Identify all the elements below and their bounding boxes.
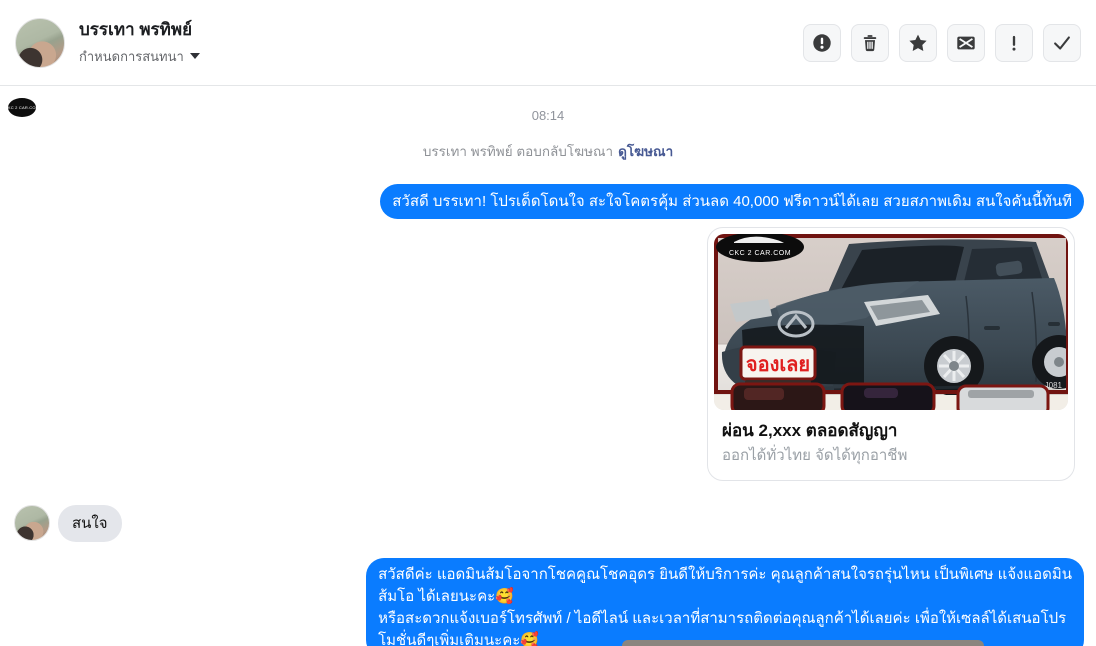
schedule-conversation-label: กำหนดการสนทนา: [79, 48, 184, 64]
ad-reply-status-text: บรรเทา พรทิพย์ ตอบกลับโฆษณา: [422, 144, 614, 159]
exclamation-icon: [1004, 33, 1024, 53]
timestamp: 08:14: [531, 108, 565, 123]
mark-unread-button[interactable]: [947, 23, 985, 62]
header-actions: [803, 23, 1081, 62]
ad-attachment-card[interactable]: จองเลย CKC 2 CAR.COM J081 ผ่อน 2,xxx ตลอ…: [707, 227, 1075, 481]
next-message-partial-image: [622, 640, 984, 646]
ad-card-title: ผ่อน 2,xxx ตลอดสัญญา: [722, 421, 898, 440]
schedule-conversation-dropdown[interactable]: กำหนดการสนทนา: [79, 46, 200, 67]
booked-sign: จองเลย: [739, 345, 817, 387]
chevron-down-icon: [189, 53, 200, 59]
follow-up-button[interactable]: [899, 23, 937, 62]
check-icon: [1051, 32, 1073, 54]
admin-message-bubble: สวัสดีค่ะ แอดมินส้มโอจากโชคคูณโชคอุดร ยิ…: [366, 558, 1084, 646]
page-logo-avatar: CKC 2 CAR.COM: [8, 98, 36, 117]
mark-done-button[interactable]: [1043, 23, 1081, 62]
exclamation-circle-icon: [811, 32, 833, 54]
next-message-partial-bubble: [988, 640, 1070, 646]
message-row: สวัสดี บรรเทา! โปรเด็ดโดนใจ สะใจโคตรคุ้ม…: [12, 184, 1084, 219]
mark-spam-button[interactable]: [995, 23, 1033, 62]
page-logo-text: CKC 2 CAR.COM: [8, 105, 36, 110]
message-row: สวัสดีค่ะ แอดมินส้มโอจากโชคคูณโชคอุดร ยิ…: [12, 558, 1084, 646]
conversation-header: บรรเทา พรทิพย์ กำหนดการสนทนา: [0, 0, 1096, 86]
envelope-x-icon: [955, 32, 977, 54]
contact-name[interactable]: บรรเทา พรทิพย์: [79, 19, 200, 41]
message-row: สนใจ: [12, 505, 1084, 542]
report-button[interactable]: [803, 23, 841, 62]
customer-message-bubble: สนใจ: [58, 505, 122, 542]
view-ad-link[interactable]: ดูโฆษณา: [618, 144, 673, 159]
svg-text:จองเลย: จองเลย: [746, 354, 810, 376]
svg-text:CKC 2 CAR.COM: CKC 2 CAR.COM: [729, 250, 791, 257]
star-icon: [907, 32, 929, 54]
contact-avatar-small[interactable]: [14, 505, 50, 541]
ad-reply-status: บรรเทา พรทิพย์ ตอบกลับโฆษณา ดูโฆษณา: [12, 140, 1084, 162]
contact-avatar[interactable]: [15, 17, 65, 68]
promo-message-bubble: สวัสดี บรรเทา! โปรเด็ดโดนใจ สะใจโคตรคุ้ม…: [380, 184, 1084, 219]
delete-button[interactable]: [851, 23, 889, 62]
car-photo: จองเลย CKC 2 CAR.COM J081: [714, 234, 1068, 410]
message-row: จองเลย CKC 2 CAR.COM J081 ผ่อน 2,xxx ตลอ…: [12, 227, 1084, 481]
ad-card-subtitle: ออกได้ทั่วไทย จัดได้ทุกอาชีพ: [722, 447, 908, 464]
message-thread: CKC 2 CAR.COM 08:14 บรรเทา พรทิพย์ ตอบกล…: [0, 86, 1096, 646]
trash-icon: [860, 33, 880, 53]
